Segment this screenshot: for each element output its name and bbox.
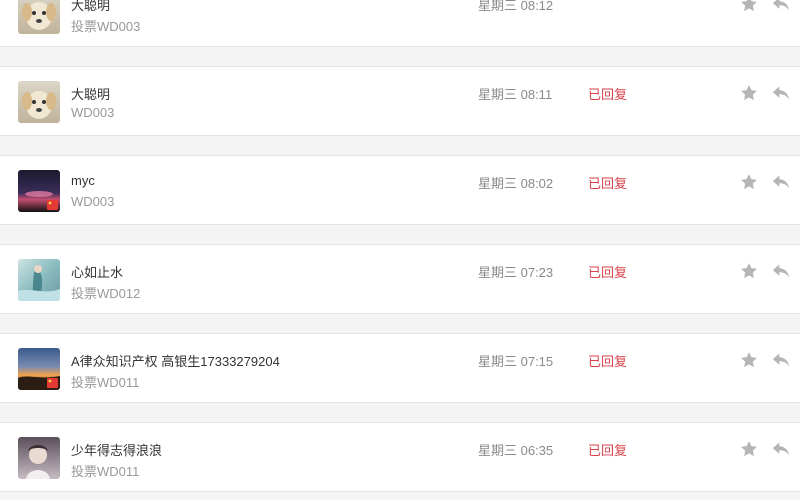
message-time: 星期三 08:12 [478,0,554,13]
night-avatar [18,170,60,212]
message-row[interactable]: 少年得志得浪浪 投票WD011 星期三 06:35 已回复 [0,422,800,492]
message-subject: 投票WD011 [71,464,140,479]
reply-icon[interactable] [771,262,791,280]
star-icon[interactable] [739,350,759,370]
star-icon[interactable] [739,261,759,281]
reply-icon[interactable] [771,173,791,191]
reply-icon[interactable] [771,351,791,369]
star-icon[interactable] [739,83,759,103]
flag-badge [47,378,58,388]
sender-name: 少年得志得浪浪 [71,443,163,458]
reply-icon[interactable] [771,440,791,458]
sender-name: myc [71,173,95,188]
message-time: 星期三 08:11 [478,87,553,102]
dog-avatar [18,81,60,123]
message-subject: WD003 [71,194,115,209]
reply-status: 已回复 [588,176,628,191]
star-icon[interactable] [739,0,759,14]
message-row[interactable]: A律众知识产权 高银生17333279204 投票WD011 星期三 07:15… [0,333,800,403]
message-subject: 投票WD011 [71,375,140,390]
message-time: 星期三 07:15 [478,354,554,369]
dog-avatar [18,0,60,34]
message-time: 星期三 07:23 [478,265,554,280]
message-time: 星期三 08:02 [478,176,554,191]
reply-status: 已回复 [588,354,628,369]
message-row[interactable]: 大聪明 投票WD003 星期三 08:12 [0,0,800,47]
sunset-avatar [18,348,60,390]
message-subject: 投票WD003 [71,19,141,34]
sender-name: 心如止水 [71,265,124,280]
flag-badge [47,200,58,210]
reply-status: 已回复 [588,443,628,458]
star-icon[interactable] [739,439,759,459]
reply-icon[interactable] [771,0,791,13]
message-row[interactable]: 大聪明 WD003 星期三 08:11 已回复 [0,66,800,136]
child-avatar [18,437,60,479]
message-time: 星期三 06:35 [478,443,554,458]
reply-icon[interactable] [771,84,791,102]
water-avatar [18,259,60,301]
sender-name: A律众知识产权 高银生17333279204 [71,354,280,369]
message-row[interactable]: myc WD003 星期三 08:02 已回复 [0,155,800,225]
message-row[interactable]: 心如止水 投票WD012 星期三 07:23 已回复 [0,244,800,314]
message-subject: 投票WD012 [71,286,141,301]
message-subject: WD003 [71,105,115,120]
star-icon[interactable] [739,172,759,192]
reply-status: 已回复 [588,87,628,102]
sender-name: 大聪明 [71,0,111,13]
reply-status: 已回复 [588,265,628,280]
sender-name: 大聪明 [71,87,111,102]
